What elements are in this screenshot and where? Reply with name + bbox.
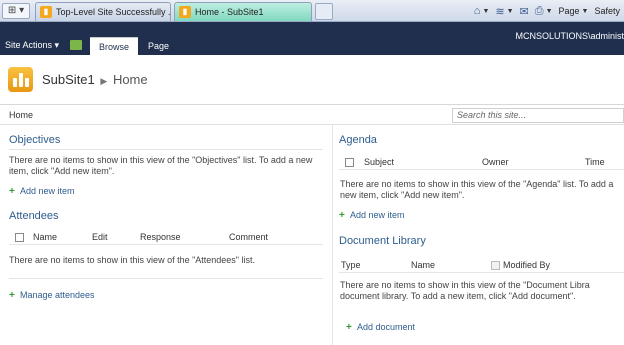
new-tab-button[interactable] (315, 3, 333, 20)
sharepoint-favicon-icon: ▮ (179, 6, 191, 18)
search-input[interactable]: Search this site... (452, 108, 624, 123)
navigate-up-icon[interactable] (70, 40, 82, 50)
tab-title: Top-Level Site Successfully ... (56, 7, 171, 17)
right-web-part-zone: Agenda Subject Owner Time There are no i… (334, 125, 624, 345)
objectives-add-item-link[interactable]: + Add new item (9, 186, 75, 197)
column-time[interactable]: Time (585, 157, 605, 167)
add-document-label: Add document (357, 322, 416, 332)
mail-icon: ✉ (519, 5, 529, 18)
chevron-down-icon: ▼ (482, 7, 490, 15)
safety-menu-button[interactable]: Safety (594, 6, 620, 16)
column-response[interactable]: Response (140, 232, 181, 242)
browser-command-bar: ⌂ ▼ ≋ ▼ ✉ ⎙ ▼ Page ▼ Safety (474, 2, 620, 20)
plus-icon: + (9, 186, 15, 197)
document-library-header: Type Name Modified By (339, 258, 624, 273)
browser-tab-top-level-site[interactable]: ▮ Top-Level Site Successfully ... (35, 2, 171, 21)
chevron-down-icon: ▼ (581, 7, 589, 15)
agenda-title[interactable]: Agenda (339, 134, 377, 146)
feeds-button[interactable]: ≋ ▼ (495, 5, 513, 18)
title-area: SubSite1 ▶ Home (0, 55, 624, 105)
attendees-title[interactable]: Attendees (9, 210, 59, 222)
column-subject[interactable]: Subject (364, 157, 394, 167)
divider (9, 278, 323, 279)
column-name[interactable]: Name (33, 232, 57, 242)
select-all-checkbox[interactable] (345, 158, 354, 167)
chevron-down-icon: ▼ (545, 7, 553, 15)
add-item-label: Add new item (20, 186, 75, 196)
left-web-part-zone: Objectives There are no items to show in… (0, 125, 333, 345)
add-document-link[interactable]: + Add document (346, 322, 416, 333)
document-library-title[interactable]: Document Library (339, 235, 426, 247)
attendees-empty-message: There are no items to show in this view … (9, 255, 256, 265)
site-name-link[interactable]: SubSite1 (42, 72, 95, 87)
browser-tab-strip: ⊞ ▾ ▮ Top-Level Site Successfully ... ▮ … (0, 0, 624, 22)
column-type[interactable]: Type (341, 260, 361, 270)
quick-tabs-icon[interactable]: ⊞ ▾ (2, 3, 30, 19)
column-modified-by[interactable]: Modified By (503, 260, 550, 270)
column-edit[interactable]: Edit (92, 232, 108, 242)
attendees-list-header: Name Edit Response Comment (9, 230, 323, 245)
tab-title: Home - SubSite1 (195, 7, 264, 17)
home-button[interactable]: ⌂ ▼ (474, 5, 490, 17)
user-menu[interactable]: MCNSOLUTIONS\administ (515, 31, 624, 41)
column-owner[interactable]: Owner (482, 157, 509, 167)
agenda-empty-message: There are no items to show in this view … (340, 179, 614, 200)
column-name[interactable]: Name (411, 260, 435, 270)
safety-menu-label: Safety (594, 6, 620, 16)
mail-button[interactable]: ✉ (520, 5, 529, 18)
plus-icon: + (346, 322, 352, 333)
divider (9, 149, 323, 150)
page-menu-label: Page (558, 6, 580, 16)
manage-attendees-link[interactable]: + Manage attendees (9, 290, 95, 301)
site-logo-icon[interactable] (8, 67, 33, 92)
column-comment[interactable]: Comment (229, 232, 268, 242)
agenda-add-item-link[interactable]: + Add new item (339, 210, 405, 221)
home-icon: ⌂ (473, 5, 481, 17)
browser-tab-home-subsite1[interactable]: ▮ Home - SubSite1 (174, 2, 312, 21)
sharepoint-ribbon: Site Actions ▾ Browse Page MCNSOLUTIONS\… (0, 22, 624, 55)
select-all-checkbox[interactable] (15, 233, 24, 242)
plus-icon: + (339, 210, 345, 221)
site-actions-label: Site Actions (5, 40, 53, 50)
ribbon-tab-page[interactable]: Page (139, 37, 178, 55)
documents-empty-message: There are no items to show in this view … (340, 280, 590, 301)
page-menu-button[interactable]: Page ▼ (559, 6, 589, 16)
agenda-list-header: Subject Owner Time (339, 155, 624, 170)
site-actions-menu[interactable]: Site Actions ▾ (5, 40, 59, 51)
sharepoint-favicon-icon: ▮ (40, 6, 52, 18)
ribbon-tab-browse[interactable]: Browse (90, 37, 139, 55)
nav-item-home[interactable]: Home (9, 110, 33, 120)
objectives-title[interactable]: Objectives (9, 134, 60, 146)
print-icon: ⎙ (534, 4, 544, 17)
plus-icon: + (9, 290, 15, 301)
add-item-label: Add new item (350, 210, 405, 220)
objectives-empty-message: There are no items to show in this view … (9, 155, 313, 176)
chevron-down-icon: ▼ (506, 7, 514, 15)
page-title: SubSite1 ▶ Home (42, 72, 148, 87)
manage-attendees-label: Manage attendees (20, 290, 95, 300)
top-navigation: Home Search this site... (0, 105, 624, 125)
chevron-down-icon: ▾ (54, 40, 60, 50)
modified-by-checkbox[interactable] (491, 261, 500, 270)
print-button[interactable]: ⎙ ▼ (535, 5, 553, 18)
page-name: Home (112, 72, 148, 87)
breadcrumb-arrow-icon: ▶ (100, 76, 108, 86)
rss-icon: ≋ (495, 5, 505, 18)
